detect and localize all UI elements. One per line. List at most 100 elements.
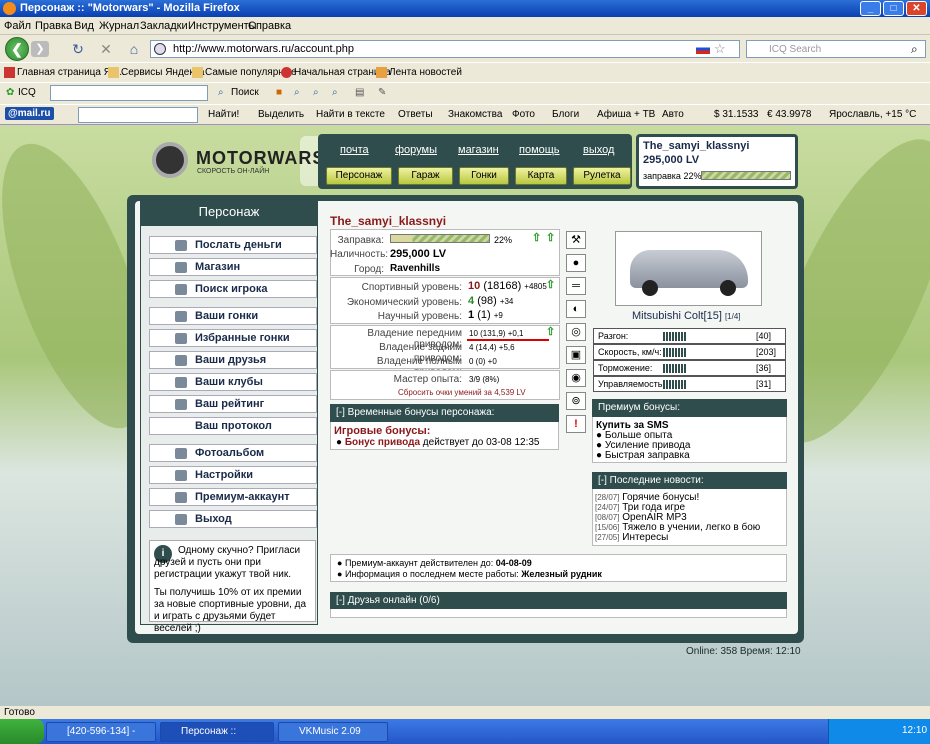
tire-icon[interactable]: ◉: [566, 369, 586, 387]
tab-races[interactable]: Гонки: [459, 167, 509, 185]
camera-icon: [175, 448, 187, 459]
taskbar-item-icq[interactable]: [420-596-134] - Окн...: [46, 722, 156, 742]
stop-icon[interactable]: ✕: [98, 41, 114, 57]
mailru-logo[interactable]: @mail.ru: [5, 107, 54, 120]
menu-tools[interactable]: Инструменты: [188, 20, 257, 32]
magnifier-icon[interactable]: ⌕: [911, 42, 918, 57]
refuel-up-icon-2[interactable]: ⇧: [546, 233, 556, 244]
menu-favorite-races[interactable]: Избранные гонки: [149, 329, 317, 347]
highlight-button[interactable]: Выделить: [258, 109, 304, 120]
transmission-icon[interactable]: ▣: [566, 346, 586, 364]
nav-help[interactable]: помощь: [519, 144, 560, 156]
tab-character[interactable]: Персонаж: [326, 167, 392, 185]
answers-link[interactable]: Ответы: [398, 109, 433, 120]
find-in-text-button[interactable]: Найти в тексте: [316, 109, 385, 120]
forward-button[interactable]: ❯: [31, 41, 49, 57]
toolbar-tool-icon[interactable]: ■: [276, 87, 282, 98]
back-button[interactable]: ❮: [5, 37, 29, 61]
nav-forums[interactable]: форумы: [395, 144, 437, 156]
zoom-icon[interactable]: ⌕: [294, 87, 300, 98]
car-page[interactable]: [1/4]: [725, 312, 741, 321]
menu-your-races[interactable]: Ваши гонки: [149, 307, 317, 325]
sci-level-value: 1: [468, 309, 475, 321]
home-icon[interactable]: ⌂: [126, 41, 142, 57]
menu-friends[interactable]: Ваши друзья: [149, 351, 317, 369]
invite-text: Одному скучно? Пригласи друзей и пусть о…: [154, 545, 301, 580]
sport-level-value: 10: [468, 280, 481, 292]
start-button[interactable]: [0, 719, 44, 744]
photo-link[interactable]: Фото: [512, 109, 535, 120]
menu-protocol[interactable]: Ваш протокол: [149, 417, 317, 435]
icq-search-button[interactable]: Поиск: [231, 87, 259, 98]
news-header[interactable]: [-] Последние новости:: [592, 472, 787, 489]
tab-garage[interactable]: Гараж: [398, 167, 453, 185]
steering-icon[interactable]: ⊚: [566, 392, 586, 410]
reload-icon[interactable]: ↻: [70, 41, 86, 57]
refuel-up-icon[interactable]: ⇧: [532, 233, 542, 244]
fwd-up-icon[interactable]: ⇧: [546, 327, 556, 338]
afisha-link[interactable]: Афиша + ТВ: [597, 109, 655, 120]
url-text: http://www.motorwars.ru/account.php: [173, 43, 354, 55]
print-icon[interactable]: ▤: [355, 87, 364, 98]
menu-history[interactable]: Журнал: [99, 20, 139, 32]
menu-file[interactable]: Файл: [4, 20, 31, 32]
suspension-icon[interactable]: ◐: [566, 300, 586, 318]
star-icon[interactable]: ☆: [714, 41, 726, 57]
nav-exit[interactable]: выход: [583, 144, 614, 156]
sport-up-icon[interactable]: ⇧: [546, 280, 556, 291]
icq-label[interactable]: ICQ: [18, 87, 36, 98]
pen-icon[interactable]: ✎: [378, 87, 386, 98]
menu-premium[interactable]: Премиум-аккаунт: [149, 488, 317, 506]
menu-rating[interactable]: Ваш рейтинг: [149, 395, 317, 413]
menu-photo-album[interactable]: Фотоальбом: [149, 444, 317, 462]
tab-map[interactable]: Карта: [515, 167, 567, 185]
search-box[interactable]: ICQ Search ⌕: [746, 40, 926, 58]
reset-skills-link[interactable]: Сбросить очки умений за 4,539 LV: [398, 388, 526, 397]
car-image[interactable]: [615, 231, 762, 306]
url-bar[interactable]: http://www.motorwars.ru/account.php ☆: [150, 40, 740, 58]
menu-shop[interactable]: Магазин: [149, 258, 317, 276]
underline-mark: [467, 339, 549, 341]
nav-mail[interactable]: почта: [340, 144, 369, 156]
user-name[interactable]: The_samyi_klassnyi: [643, 140, 749, 152]
icq-search-input[interactable]: [50, 85, 208, 101]
bookmark-5[interactable]: Лента новостей: [389, 67, 462, 78]
wheel-icon[interactable]: ◎: [566, 323, 586, 341]
menu-edit[interactable]: Правка: [35, 20, 72, 32]
mailru-go-button[interactable]: Найти!: [208, 109, 239, 120]
engine-icon[interactable]: ●: [566, 254, 586, 272]
menu-find-player[interactable]: Поиск игрока: [149, 280, 317, 298]
menu-settings[interactable]: Настройки: [149, 466, 317, 484]
stat-braking: Торможение: [36]: [593, 360, 786, 376]
news-item[interactable]: [27/05] Интересы: [595, 532, 668, 543]
window-titlebar: Персонаж :: "Motorwars" - Mozilla Firefo…: [0, 0, 930, 17]
auto-link[interactable]: Авто: [662, 109, 684, 120]
zoom-in-icon[interactable]: ⌕: [313, 87, 319, 98]
zoom-out-icon[interactable]: ⌕: [332, 87, 338, 98]
club-icon: [175, 377, 187, 388]
alert-icon[interactable]: !: [566, 415, 586, 433]
menu-view[interactable]: Вид: [74, 20, 94, 32]
friends-header[interactable]: [-] Друзья онлайн (0/6): [330, 592, 787, 609]
wrench-icon[interactable]: ⚒: [566, 231, 586, 249]
menu-send-money[interactable]: Послать деньги: [149, 236, 317, 254]
menu-help[interactable]: Справка: [248, 20, 291, 32]
minimize-button[interactable]: _: [860, 1, 881, 16]
mailru-search-input[interactable]: [78, 107, 198, 123]
folder-icon: [192, 67, 203, 78]
blogs-link[interactable]: Блоги: [552, 109, 579, 120]
rwd-value: 4 (14,4) +5,6: [469, 343, 515, 352]
menu-bookmarks[interactable]: Закладки: [140, 20, 188, 32]
taskbar-item-firefox[interactable]: Персонаж :: "Motor...: [160, 722, 274, 742]
bonus-header[interactable]: [-] Временные бонусы персонажа:: [330, 404, 559, 422]
close-button[interactable]: ✕: [906, 1, 927, 16]
nav-shop[interactable]: магазин: [458, 144, 499, 156]
menu-exit[interactable]: Выход: [149, 510, 317, 528]
maximize-button[interactable]: □: [883, 1, 904, 16]
dating-link[interactable]: Знакомства: [448, 109, 502, 120]
firefox-icon: [3, 2, 16, 15]
menu-clubs[interactable]: Ваши клубы: [149, 373, 317, 391]
tab-roulette[interactable]: Рулетка: [573, 167, 631, 185]
exhaust-icon[interactable]: ═: [566, 277, 586, 295]
taskbar-item-vkmusic[interactable]: VKMusic 2.09: [278, 722, 388, 742]
